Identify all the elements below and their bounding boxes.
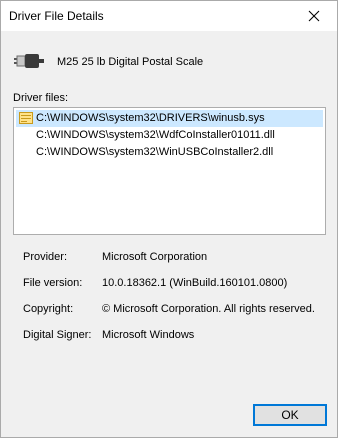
close-button[interactable] xyxy=(291,1,337,31)
title-bar[interactable]: Driver File Details xyxy=(1,1,337,31)
provider-label: Provider: xyxy=(23,251,68,263)
window-title: Driver File Details xyxy=(9,9,104,23)
file-path: C:\WINDOWS\system32\DRIVERS\winusb.sys xyxy=(36,112,265,124)
usb-plug-icon xyxy=(14,54,44,68)
list-item[interactable]: C:\WINDOWS\system32\DRIVERS\winusb.sys xyxy=(16,110,323,127)
device-name: M25 25 lb Digital Postal Scale xyxy=(57,56,204,68)
driver-file-details-dialog: Driver File Details M25 25 lb Digital Po… xyxy=(0,0,338,438)
ok-button[interactable]: OK xyxy=(253,404,327,426)
digital-signer-value: Microsoft Windows xyxy=(102,329,195,341)
file-path: C:\WINDOWS\system32\WinUSBCoInstaller2.d… xyxy=(36,146,274,158)
copyright-label: Copyright: xyxy=(23,303,74,315)
file-version-value: 10.0.18362.1 (WinBuild.160101.0800) xyxy=(102,277,288,289)
file-version-label: File version: xyxy=(23,277,83,289)
provider-value: Microsoft Corporation xyxy=(102,251,208,263)
close-icon xyxy=(308,10,320,22)
driver-file-icon xyxy=(19,112,33,124)
file-path: C:\WINDOWS\system32\WdfCoInstaller01011.… xyxy=(36,129,275,141)
digital-signer-label: Digital Signer: xyxy=(23,329,92,341)
driver-files-label: Driver files: xyxy=(13,92,69,104)
driver-files-list[interactable]: C:\WINDOWS\system32\DRIVERS\winusb.sys C… xyxy=(13,107,326,235)
copyright-value: © Microsoft Corporation. All rights rese… xyxy=(102,303,315,315)
